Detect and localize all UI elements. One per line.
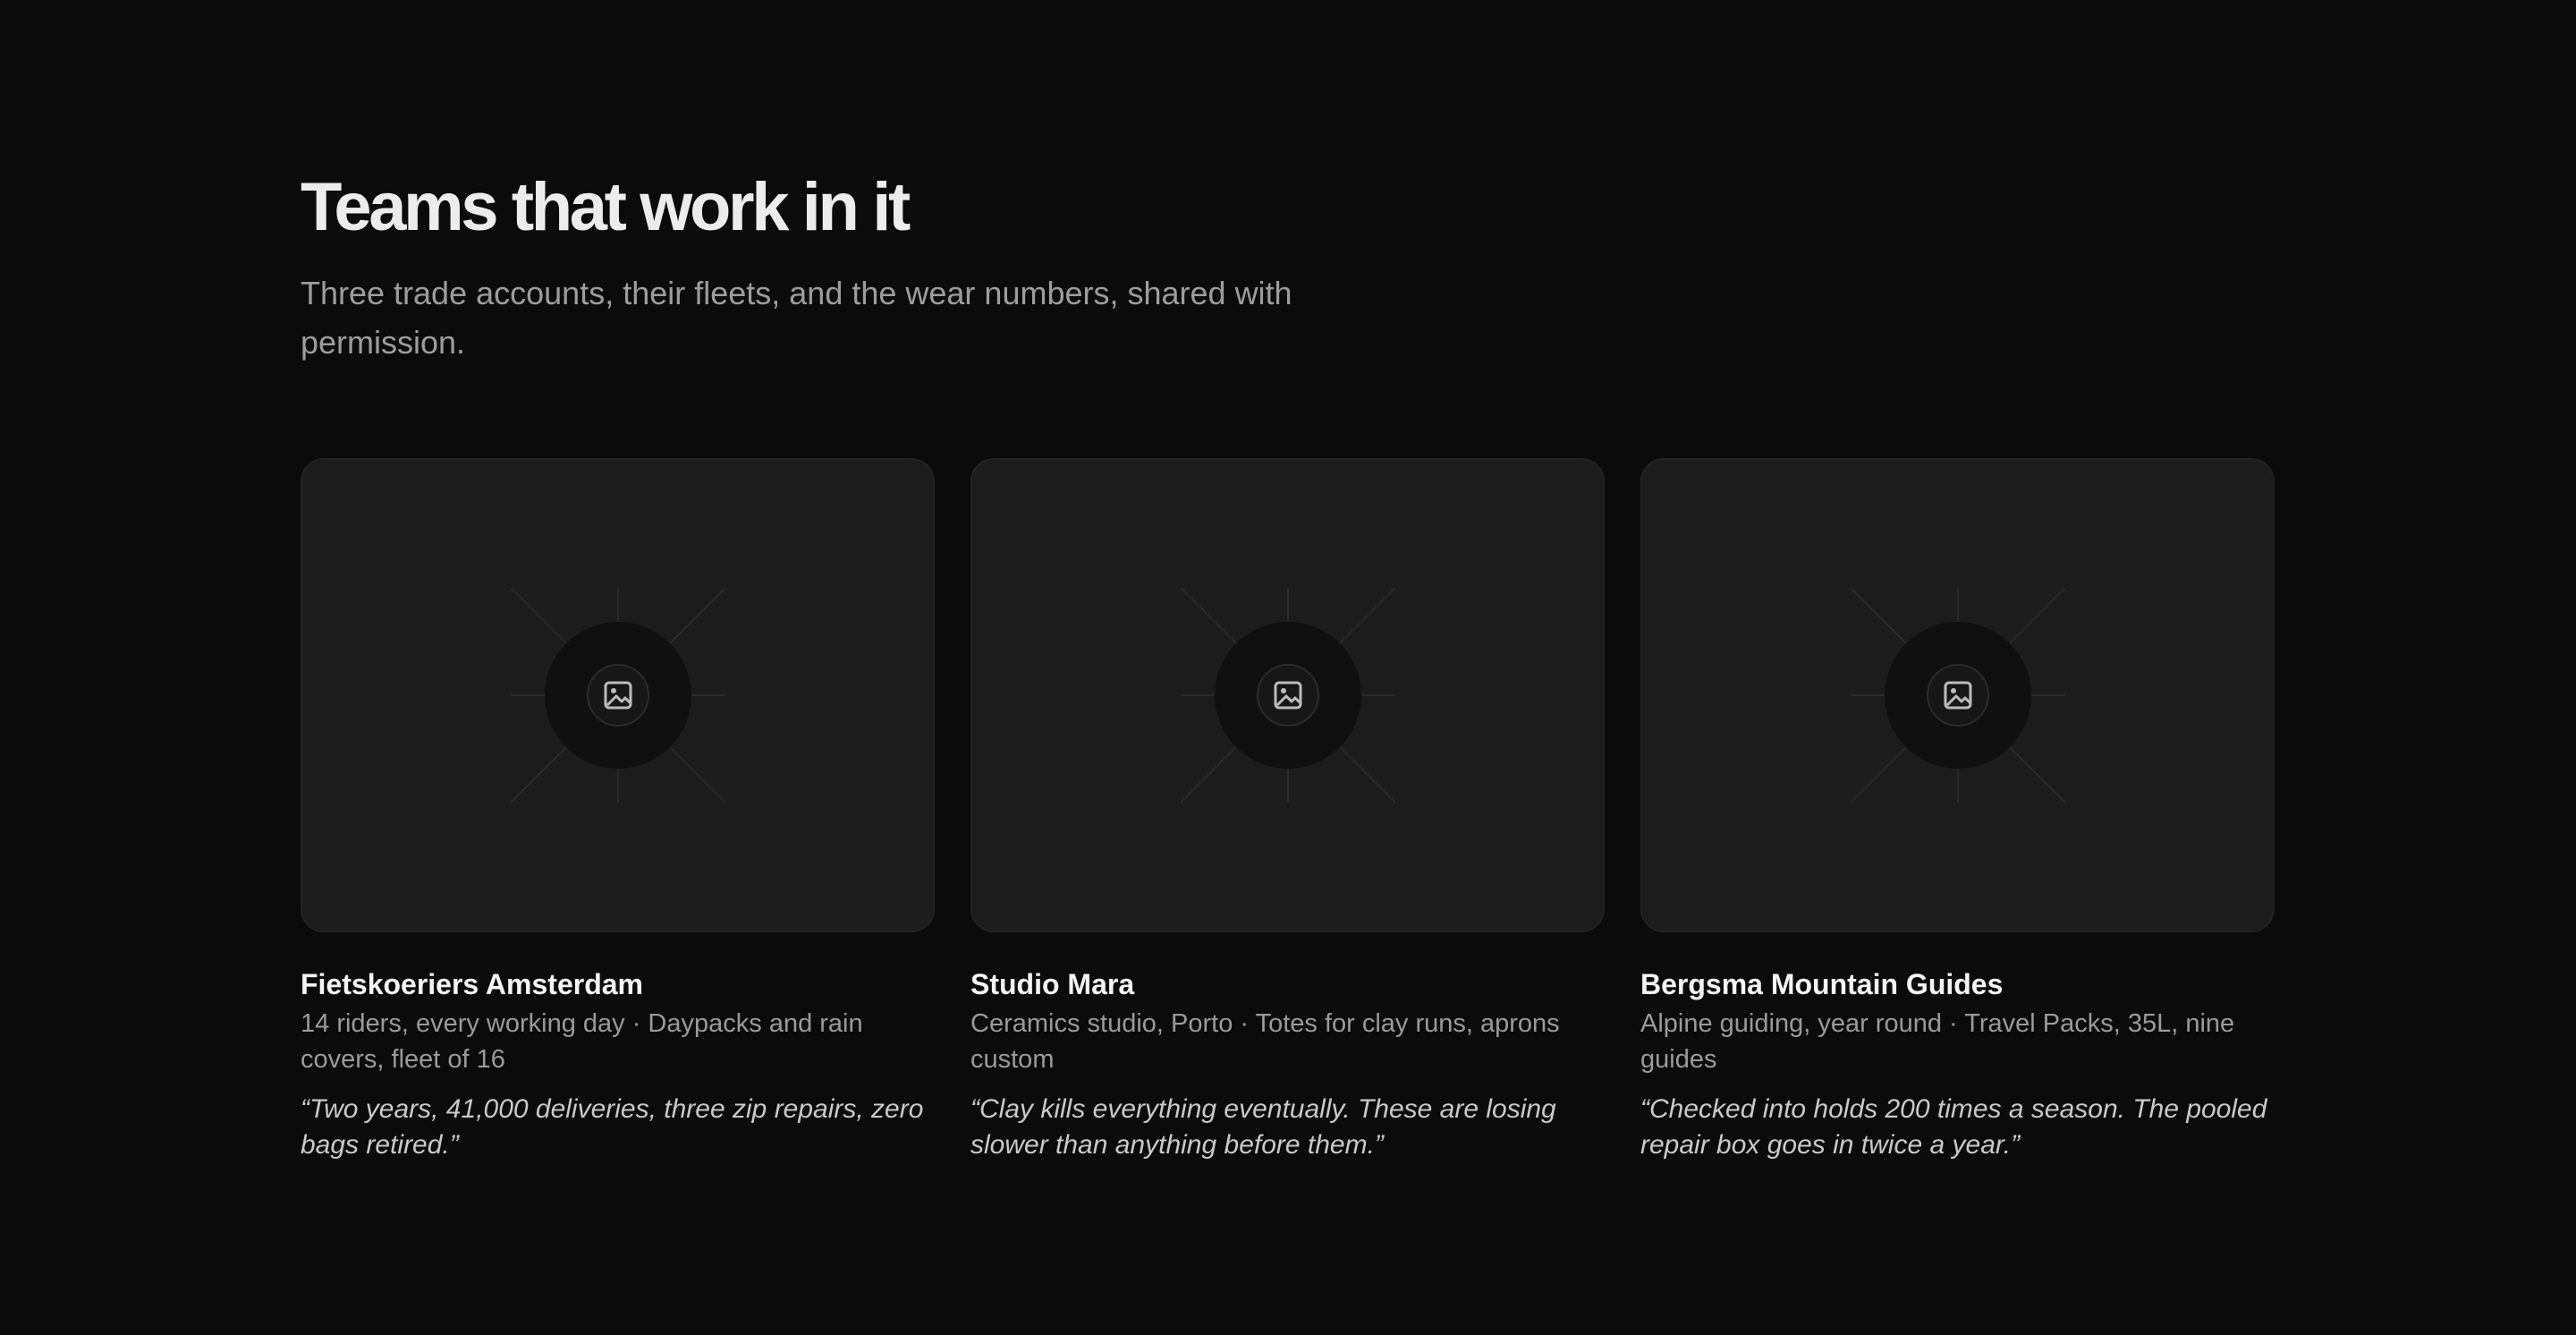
team-name: Fietskoeriers Amsterdam <box>301 968 643 1000</box>
image-placeholder-icon <box>1850 588 2065 803</box>
image-placeholder-icon <box>510 588 725 803</box>
team-meta: Ceramics studio, Porto · Totes for clay … <box>970 1009 1560 1074</box>
team-image-placeholder <box>970 458 1605 932</box>
team-card-grid: Fietskoeriers Amsterdam 14 riders, every… <box>301 458 2275 1163</box>
team-quote: “Two years, 41,000 deliveries, three zip… <box>301 1094 924 1160</box>
team-card-fietskoeriers: Fietskoeriers Amsterdam 14 riders, every… <box>301 458 935 1163</box>
team-image-placeholder <box>1640 458 2275 932</box>
teams-section: Teams that work in it Three trade accoun… <box>301 166 2275 1160</box>
team-meta: 14 riders, every working day · Daypacks … <box>301 1009 863 1074</box>
team-card-bergsma: Bergsma Mountain Guides Alpine guiding, … <box>1640 458 2275 1163</box>
image-placeholder-icon <box>1180 588 1395 803</box>
team-name: Studio Mara <box>970 968 1135 1000</box>
team-quote: “Clay kills everything eventually. These… <box>970 1094 1556 1160</box>
team-card-studio-mara: Studio Mara Ceramics studio, Porto · Tot… <box>970 458 1605 1163</box>
section-subtitle: Three trade accounts, their fleets, and … <box>301 275 1292 361</box>
team-image-placeholder <box>301 458 935 932</box>
team-name: Bergsma Mountain Guides <box>1640 968 2004 1000</box>
section-title: Teams that work in it <box>301 169 911 245</box>
team-meta: Alpine guiding, year round · Travel Pack… <box>1640 1009 2235 1074</box>
team-quote: “Checked into holds 200 times a season. … <box>1640 1094 2267 1160</box>
